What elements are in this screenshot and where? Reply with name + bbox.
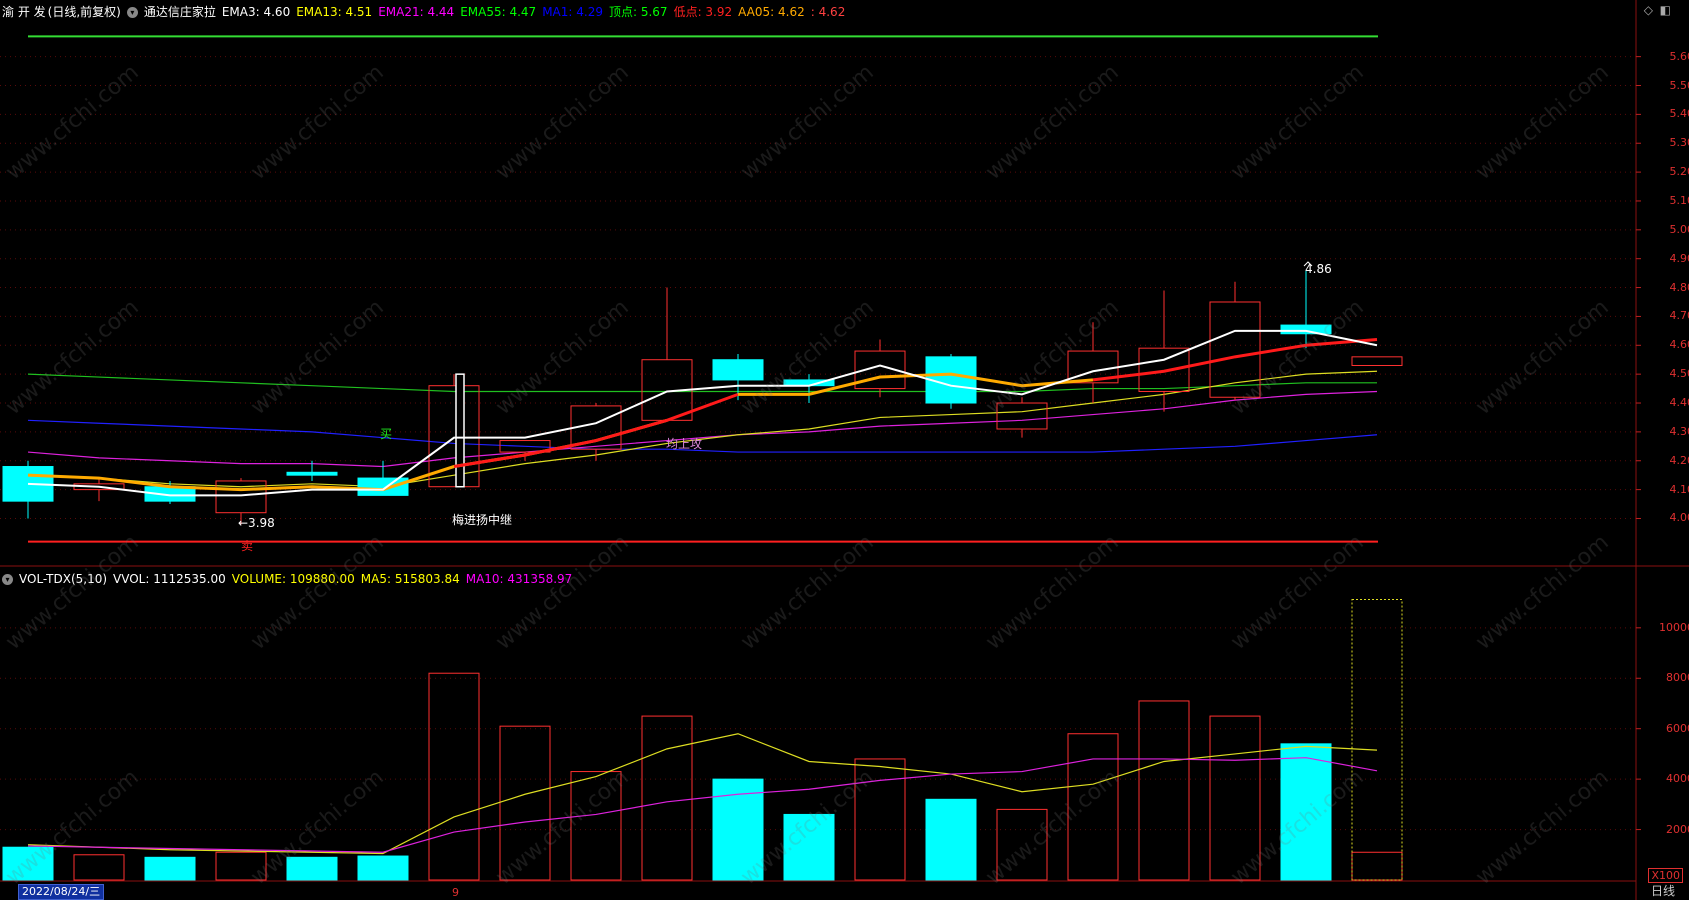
low-price-label: ←3.98 — [238, 516, 275, 530]
volume-bar — [570, 771, 622, 881]
volume-unit-label: X100 — [1648, 868, 1683, 883]
volume-bar — [783, 813, 835, 881]
candle-body — [996, 402, 1048, 430]
price-tick-label: 5.30 — [1669, 136, 1689, 150]
ma1-line — [27, 419, 1378, 453]
indicator-value-item: EMA21: 4.44 — [378, 5, 455, 19]
price-tick-label: 5.00 — [1669, 222, 1689, 236]
volume-bar — [1067, 733, 1119, 881]
indicator-value-item: EMA3: 4.60 — [221, 5, 291, 19]
ema3-line — [27, 329, 1378, 497]
buy-signal-label: 买 — [380, 427, 392, 441]
vol-indicator-values: VVOL: 1112535.00 VOLUME: 109880.00 MA5: 51… — [113, 572, 578, 586]
candle-body — [1351, 356, 1403, 366]
vol-chart-header: ▾ VOL-TDX(5,10) VVOL: 1112535.00 VOLUME: 10… — [2, 570, 584, 588]
price-tick-label: 4.40 — [1669, 396, 1689, 410]
diamond-icon[interactable]: ◇ — [1644, 3, 1653, 17]
volume-bar — [428, 672, 480, 881]
volume-tick-label: 6000 — [1666, 721, 1689, 735]
volume-bar — [925, 798, 977, 881]
price-tick-label: 4.20 — [1669, 453, 1689, 467]
price-tick-label: 5.10 — [1669, 193, 1689, 207]
indicator-value-item: EMA13: 4.51 — [296, 5, 373, 19]
indicator-values: EMA3: 4.60 EMA13: 4.51 EMA21: 4.44 EMA55: 4… — [222, 5, 851, 19]
cursor-marker: 9 — [452, 886, 459, 899]
indicator-value-item: AA05: 4.62 — [738, 5, 805, 19]
price-tick-label: 4.30 — [1669, 424, 1689, 438]
volume-ma10-line — [27, 757, 1378, 853]
price-tick-label: 4.80 — [1669, 280, 1689, 294]
price-tick-label: 5.40 — [1669, 107, 1689, 121]
volume-bar — [286, 856, 338, 881]
price-tick-label: 4.10 — [1669, 482, 1689, 496]
price-tick-label: 4.90 — [1669, 251, 1689, 265]
price-tick-label: 4.60 — [1669, 338, 1689, 352]
volume-bar — [996, 808, 1048, 881]
indicator-value-item: EMA55: 4.47 — [460, 5, 537, 19]
pattern-label: 梅进扬中继 — [452, 512, 512, 527]
volume-bar — [1351, 851, 1403, 881]
vol-value-item: VOLUME: 109880.00 — [231, 572, 355, 586]
volume-bar — [2, 846, 54, 881]
volume-bar — [1138, 700, 1190, 881]
volume-ma5-line — [27, 733, 1378, 855]
volume-tick-label: 2000 — [1666, 822, 1689, 836]
volume-tick-label: 10000 — [1659, 620, 1689, 634]
chart-mode: (日线,前复权) — [47, 5, 121, 19]
chart-stage[interactable]: ←3.98 4.86 卖 买梅进扬中继 均上攻 — [0, 0, 1689, 900]
stock-name[interactable]: 渝 开 发 — [2, 5, 46, 19]
volume-bar — [73, 854, 125, 881]
indicator-value-item: 顶点: 5.67 — [608, 5, 668, 19]
panel-toggle-icon[interactable]: ◧ — [1660, 3, 1671, 17]
price-tick-label: 5.20 — [1669, 165, 1689, 179]
price-tick-label: 5.50 — [1669, 78, 1689, 92]
volume-bar — [144, 856, 196, 881]
candle-body — [357, 477, 409, 496]
volume-bar — [854, 758, 906, 881]
volume-bar — [1209, 715, 1261, 881]
volume-bar — [641, 715, 693, 881]
volume-bar — [357, 855, 409, 881]
high-price-label: 4.86 — [1305, 262, 1332, 276]
volume-tick-label: 4000 — [1666, 772, 1689, 786]
volume-bar — [1280, 743, 1332, 881]
price-tick-label: 4.70 — [1669, 309, 1689, 323]
sell-signal-label: 卖 — [241, 539, 253, 553]
vol-value-item: MA10: 431358.97 — [465, 572, 573, 586]
candle-body — [1280, 324, 1332, 335]
price-tick-label: 4.00 — [1669, 511, 1689, 525]
date-indicator: 2022/08/24/三 — [18, 884, 105, 900]
indicator-name[interactable]: 通达信庄家拉 — [144, 5, 216, 19]
volume-tick-label: 8000 — [1666, 671, 1689, 685]
main-chart-header: 渝 开 发 (日线,前复权) ▾ 通达信庄家拉 EMA3: 4.60 EMA13: 4.5… — [2, 3, 857, 21]
price-tick-label: 4.50 — [1669, 367, 1689, 381]
vol-value-item: MA5: 515803.84 — [360, 572, 460, 586]
vol-value-item: VVOL: 1112535.00 — [113, 572, 226, 586]
vol-indicator-menu-icon[interactable]: ▾ — [2, 574, 13, 585]
signal-bar — [455, 373, 465, 488]
vol-indicator-name[interactable]: VOL-TDX(5,10) — [19, 572, 107, 586]
volume-bar — [499, 725, 551, 881]
price-tick-label: 5.60 — [1669, 49, 1689, 63]
candle-body — [286, 471, 338, 476]
trend-label: 均上攻 — [666, 437, 702, 451]
indicator-menu-icon[interactable]: ▾ — [126, 7, 138, 18]
indicator-value-item: 低点: 3.92 — [673, 5, 733, 19]
indicator-value-item: : 4.62 — [810, 5, 846, 19]
volume-bar — [215, 851, 267, 881]
indicator-value-item: MA1: 4.29 — [542, 5, 603, 19]
period-label[interactable]: 日线 — [1651, 882, 1675, 899]
projected-volume-bar — [1351, 598, 1403, 881]
candle-body — [712, 359, 764, 381]
